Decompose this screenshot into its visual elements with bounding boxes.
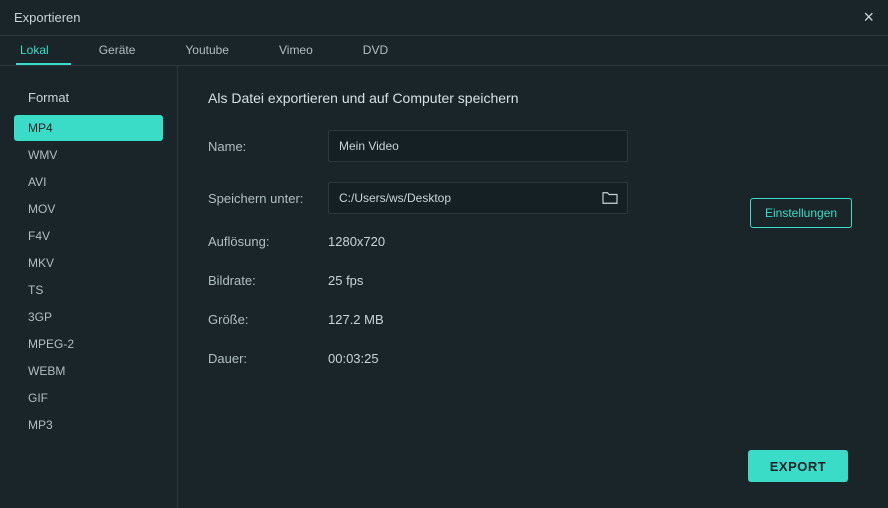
format-item-wmv[interactable]: WMV: [14, 142, 163, 168]
name-input[interactable]: [328, 130, 628, 162]
format-item-gif[interactable]: GIF: [14, 385, 163, 411]
format-item-mp3[interactable]: MP3: [14, 412, 163, 438]
tab-lokal[interactable]: Lokal: [16, 37, 71, 65]
size-value: 127.2 MB: [328, 312, 384, 327]
folder-icon[interactable]: [601, 191, 619, 205]
duration-value: 00:03:25: [328, 351, 379, 366]
window-title: Exportieren: [14, 10, 80, 25]
export-button[interactable]: EXPORT: [748, 450, 848, 482]
settings-button[interactable]: Einstellungen: [750, 198, 852, 228]
duration-label: Dauer:: [208, 351, 328, 366]
tabbar: Lokal Geräte Youtube Vimeo DVD: [0, 36, 888, 66]
sidebar: Format MP4 WMV AVI MOV F4V MKV TS 3GP MP…: [0, 66, 178, 508]
content: Format MP4 WMV AVI MOV F4V MKV TS 3GP MP…: [0, 66, 888, 508]
tab-geraete[interactable]: Geräte: [95, 37, 158, 65]
format-item-mov[interactable]: MOV: [14, 196, 163, 222]
name-label: Name:: [208, 139, 328, 154]
format-item-mpeg2[interactable]: MPEG-2: [14, 331, 163, 357]
resolution-value: 1280x720: [328, 234, 385, 249]
format-item-webm[interactable]: WEBM: [14, 358, 163, 384]
format-item-ts[interactable]: TS: [14, 277, 163, 303]
row-fps: Bildrate: 25 fps: [208, 273, 858, 288]
row-size: Größe: 127.2 MB: [208, 312, 858, 327]
row-name: Name:: [208, 130, 858, 162]
main-heading: Als Datei exportieren und auf Computer s…: [208, 90, 858, 106]
format-item-mp4[interactable]: MP4: [14, 115, 163, 141]
tab-youtube[interactable]: Youtube: [181, 37, 251, 65]
titlebar: Exportieren ×: [0, 0, 888, 36]
size-label: Größe:: [208, 312, 328, 327]
tab-dvd[interactable]: DVD: [359, 37, 410, 65]
format-item-f4v[interactable]: F4V: [14, 223, 163, 249]
row-duration: Dauer: 00:03:25: [208, 351, 858, 366]
fps-value: 25 fps: [328, 273, 363, 288]
tab-vimeo[interactable]: Vimeo: [275, 37, 335, 65]
close-icon[interactable]: ×: [863, 7, 874, 28]
row-resolution: Auflösung: 1280x720: [208, 234, 858, 249]
path-value: C:/Users/ws/Desktop: [339, 191, 601, 205]
format-item-mkv[interactable]: MKV: [14, 250, 163, 276]
fps-label: Bildrate:: [208, 273, 328, 288]
resolution-label: Auflösung:: [208, 234, 328, 249]
main-panel: Als Datei exportieren und auf Computer s…: [178, 66, 888, 508]
sidebar-title: Format: [28, 90, 163, 105]
path-input[interactable]: C:/Users/ws/Desktop: [328, 182, 628, 214]
format-item-3gp[interactable]: 3GP: [14, 304, 163, 330]
format-item-avi[interactable]: AVI: [14, 169, 163, 195]
path-label: Speichern unter:: [208, 191, 328, 206]
